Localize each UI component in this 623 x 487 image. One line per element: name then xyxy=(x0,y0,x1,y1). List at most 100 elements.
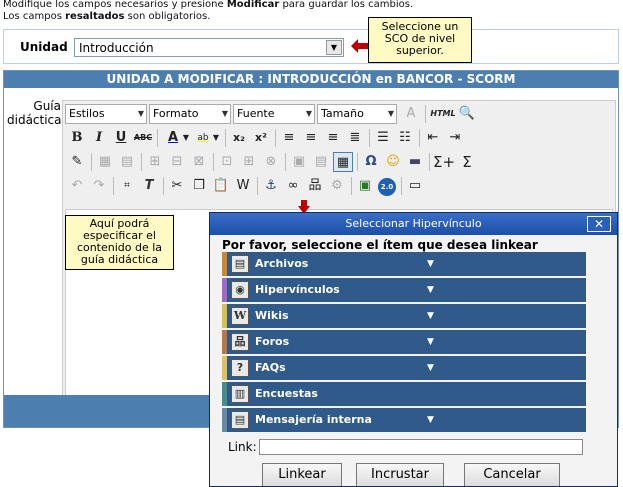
format-select[interactable]: Formato ▼ xyxy=(149,104,231,124)
chevron-down-icon[interactable]: ▼ xyxy=(181,128,191,148)
message-icon: ▤ xyxy=(231,411,249,429)
anchor-icon[interactable]: ⚓ xyxy=(261,176,281,196)
numbered-list-icon[interactable]: ☷ xyxy=(395,128,415,148)
chevron-down-icon[interactable]: ▼ xyxy=(427,330,434,354)
redo-icon[interactable]: ↷ xyxy=(89,176,109,196)
table-icon[interactable]: ▦ xyxy=(95,152,115,172)
undo-icon[interactable]: ↶ xyxy=(67,176,87,196)
paste-word-icon[interactable]: W xyxy=(233,176,253,196)
delete-table-icon[interactable]: ⊗ xyxy=(261,152,281,172)
edit-icon[interactable]: ✎ xyxy=(67,152,87,172)
chevron-down-icon[interactable]: ▼ xyxy=(326,40,342,55)
chevron-down-icon[interactable]: ▼ xyxy=(427,304,434,328)
remove-format-icon[interactable]: T xyxy=(139,176,159,196)
item-faqs[interactable]: ? FAQs ▼ xyxy=(222,356,586,380)
web20-badge: 2.0 xyxy=(378,178,396,196)
chevron-down-icon[interactable]: ▼ xyxy=(211,128,221,148)
indent-icon[interactable]: ⇥ xyxy=(445,128,465,148)
guia-label: Guía didáctica: xyxy=(7,99,66,127)
bold-icon[interactable]: B xyxy=(67,128,87,148)
html-source-icon[interactable]: HTML xyxy=(429,104,457,124)
sigma-icon[interactable]: Σ xyxy=(457,152,477,172)
embed-button[interactable]: Incrustar xyxy=(356,463,444,486)
unit-select-value: Introducción xyxy=(79,41,154,55)
highlight-color-icon[interactable]: ab xyxy=(193,128,213,148)
italic-icon[interactable]: I xyxy=(89,128,109,148)
globe-icon: ◉ xyxy=(231,281,249,299)
cancel-button[interactable]: Cancelar xyxy=(464,463,560,486)
chevron-down-icon[interactable]: ▼ xyxy=(427,356,434,380)
styles-select[interactable]: Estilos ▼ xyxy=(65,104,147,124)
panel-title: UNIDAD A MODIFICAR : INTRODUCCIÓN en BAN… xyxy=(4,71,618,88)
unlink-icon[interactable]: ⚙ xyxy=(327,176,347,196)
bullet-list-icon[interactable]: ☰ xyxy=(373,128,393,148)
insert-table-icon[interactable]: ▦ xyxy=(333,152,353,172)
dialog-prompt: Por favor, seleccione el ítem que desea … xyxy=(222,238,538,252)
hyperlink-dialog: Seleccionar Hipervínculo ✕ Por favor, se… xyxy=(209,212,618,487)
special-char-icon[interactable]: Ω xyxy=(361,152,381,172)
split-cells-icon[interactable]: ⊞ xyxy=(239,152,259,172)
align-left-icon[interactable]: ≡ xyxy=(279,128,299,148)
toolbar-row-4: ↶ ↷ ⌗ T ✂ ❐ 📋 W ⚓ ∞ 品 ⚙ ▣ 2.0 ▭ xyxy=(65,176,615,198)
item-foros[interactable]: 品 Foros ▼ xyxy=(222,330,586,354)
sitemap-icon[interactable]: 品 xyxy=(305,176,325,196)
link-icon[interactable]: ∞ xyxy=(283,176,303,196)
font-select[interactable]: Fuente ▼ xyxy=(233,104,315,124)
wiki-icon: W xyxy=(231,307,249,325)
merge-cells-icon[interactable]: ⊡ xyxy=(217,152,237,172)
chevron-down-icon[interactable]: ▼ xyxy=(427,278,434,302)
align-right-icon[interactable]: ≡ xyxy=(323,128,343,148)
emoticon-icon[interactable]: ☺ xyxy=(383,152,403,172)
item-wikis[interactable]: W Wikis ▼ xyxy=(222,304,586,328)
subscript-icon[interactable]: x₂ xyxy=(229,128,249,148)
chevron-down-icon[interactable]: ▼ xyxy=(427,408,434,432)
link-button[interactable]: Linkear xyxy=(262,463,342,486)
table-props-icon[interactable]: ▤ xyxy=(117,152,137,172)
toolbar-row-3: ✎ ▦ ▤ ⊞ ⊟ ⊠ ⊡ ⊞ ⊗ ▣ ▤ ▦ Ω ☺ ▬ Σ+ Σ xyxy=(65,152,615,174)
paste-icon[interactable]: 📋 xyxy=(211,176,231,196)
content-tooltip: Aquí podrá especificar el contenido de l… xyxy=(65,215,174,270)
dialog-title-bar: Seleccionar Hipervínculo ✕ xyxy=(210,213,617,235)
file-icon: ▤ xyxy=(231,255,249,273)
item-hipervinculos[interactable]: ◉ Hipervínculos ▼ xyxy=(222,278,586,302)
image-icon[interactable]: ▣ xyxy=(355,176,375,196)
copy-icon[interactable]: ❐ xyxy=(189,176,209,196)
chevron-down-icon: ▼ xyxy=(305,109,312,118)
horizontal-rule-icon[interactable]: ▬ xyxy=(405,152,425,172)
unit-select[interactable]: Introducción ▼ xyxy=(74,38,344,57)
item-encuestas[interactable]: ▥ Encuestas xyxy=(222,382,586,406)
item-archivos[interactable]: ▤ Archivos ▼ xyxy=(222,252,586,276)
insert-col-icon[interactable]: ⊟ xyxy=(167,152,187,172)
superscript-icon[interactable]: x² xyxy=(251,128,271,148)
row-props-icon[interactable]: ▤ xyxy=(311,152,331,172)
underline-icon[interactable]: U xyxy=(111,128,131,148)
template-icon[interactable]: ▭ xyxy=(405,176,425,196)
font-size-icon[interactable]: A xyxy=(401,104,421,124)
link-label: Link: xyxy=(228,440,257,454)
outdent-icon[interactable]: ⇤ xyxy=(423,128,443,148)
chevron-down-icon[interactable]: ▼ xyxy=(427,252,434,276)
instructions: Modifique los campos necesarios y presio… xyxy=(3,0,414,22)
chevron-down-icon: ▼ xyxy=(137,109,144,118)
item-mensajeria[interactable]: ▤ Mensajería interna ▼ xyxy=(222,408,586,432)
select-all-icon[interactable]: ⌗ xyxy=(117,176,137,196)
link-input[interactable] xyxy=(259,439,583,455)
insert-row-icon[interactable]: ⊞ xyxy=(145,152,165,172)
cell-props-icon[interactable]: ▣ xyxy=(289,152,309,172)
align-center-icon[interactable]: ≡ xyxy=(301,128,321,148)
strikethrough-icon[interactable]: ABC xyxy=(133,128,153,148)
forum-icon: 品 xyxy=(231,333,249,351)
survey-icon: ▥ xyxy=(231,385,249,403)
cut-icon[interactable]: ✂ xyxy=(167,176,187,196)
preview-icon[interactable]: 🔍 xyxy=(457,104,477,124)
text-color-icon[interactable]: A xyxy=(163,128,183,148)
pointer-arrow-icon xyxy=(351,39,368,53)
align-justify-icon[interactable]: ≣ xyxy=(345,128,365,148)
sum-icon[interactable]: Σ+ xyxy=(433,152,455,172)
close-icon[interactable]: ✕ xyxy=(587,216,611,232)
chevron-down-icon: ▼ xyxy=(221,109,228,118)
web20-icon[interactable]: 2.0 xyxy=(377,176,397,196)
unit-row: Unidad Introducción ▼ xyxy=(3,29,619,64)
delete-row-icon[interactable]: ⊠ xyxy=(189,152,209,172)
size-select[interactable]: Tamaño ▼ xyxy=(317,104,397,124)
